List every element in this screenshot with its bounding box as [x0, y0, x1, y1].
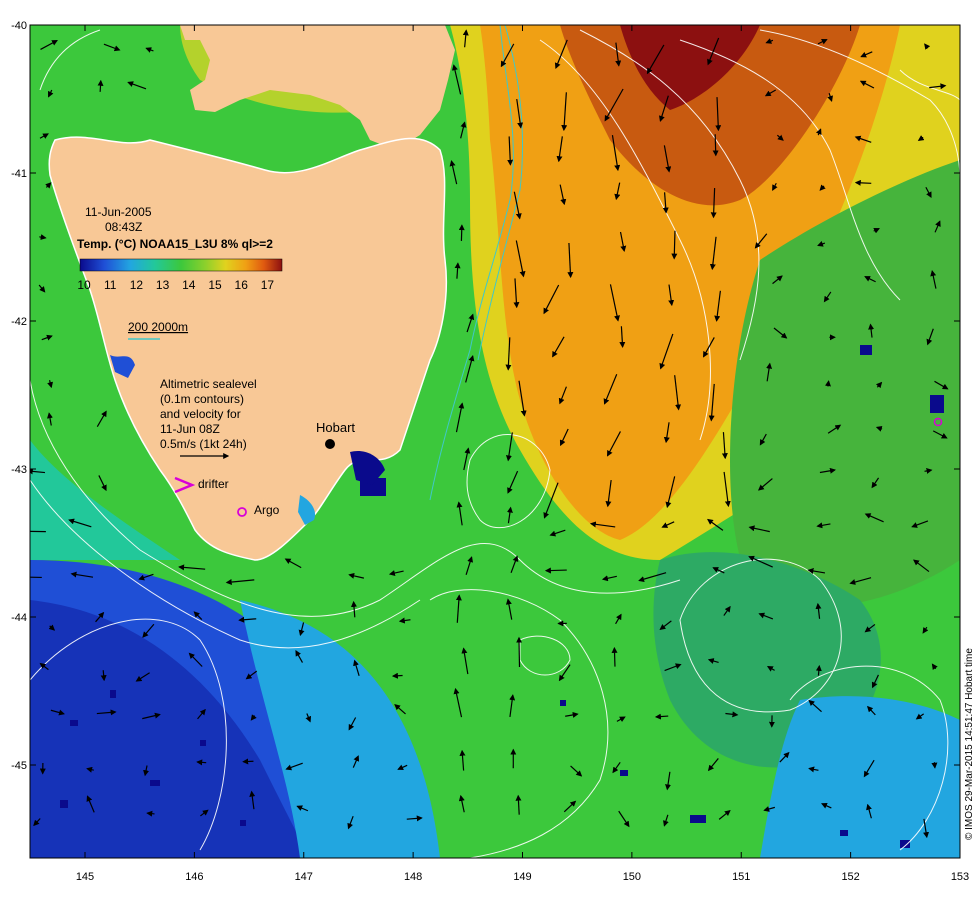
sst-map: 145 146 147 148 149 150 151 152 153 -40 -41 -42 -43 -… [11, 20, 975, 883]
velocity-arrow [854, 179, 872, 186]
x-tick-label: 153 [951, 871, 969, 883]
velocity-arrow [712, 134, 719, 157]
altimetry-line-4: 11-Jun 08Z [160, 422, 220, 436]
x-tick-label: 151 [732, 871, 750, 883]
velocity-arrow [146, 810, 155, 817]
colorbar-tick-label: 11 [104, 278, 117, 292]
altimetry-line-5: 0.5m/s (1kt 24h) [160, 437, 247, 451]
y-tick-label: -43 [11, 464, 27, 476]
y-tick-label: -42 [11, 316, 27, 328]
altimetry-line-3: and velocity for [160, 407, 241, 421]
colorbar-tick-label: 10 [77, 278, 91, 292]
x-tick-label: 152 [841, 871, 859, 883]
y-tick-label: -41 [11, 168, 27, 180]
colorbar-tick-label: 16 [235, 278, 249, 292]
y-tick-label: -44 [11, 612, 27, 624]
y-tick-label: -40 [11, 20, 27, 32]
velocity-arrow [825, 380, 831, 387]
x-tick-label: 147 [295, 871, 313, 883]
altimetry-line-1: Altimetric sealevel [160, 377, 257, 391]
time-label: 08:43Z [105, 220, 142, 234]
x-tick-label: 149 [513, 871, 531, 883]
velocity-arrow [931, 762, 938, 769]
altimetry-line-2: (0.1m contours) [160, 392, 244, 406]
velocity-arrow [611, 646, 618, 667]
isobath-label: 200 2000m [128, 320, 188, 334]
product-label: Temp. (°C) NOAA15_L3U 8% ql>=2 [77, 237, 273, 251]
velocity-arrow [544, 567, 567, 574]
x-tick-label: 145 [76, 871, 94, 883]
velocity-arrow [196, 759, 207, 766]
hobart-marker [325, 439, 335, 449]
colorbar-tick-label: 14 [182, 278, 196, 292]
x-tick-label: 150 [623, 871, 641, 883]
credit-label: © IMOS 29-Mar-2015 14:51:47 Hobart time [964, 648, 975, 840]
colorbar-tick-label: 12 [130, 278, 144, 292]
velocity-arrow [391, 672, 403, 679]
argo-label: Argo [254, 503, 280, 517]
date-label: 11-Jun-2005 [85, 205, 152, 219]
velocity-arrow [30, 576, 42, 579]
velocity-arrow [97, 79, 104, 92]
velocity-arrow [654, 713, 669, 720]
velocity-arrow [671, 230, 678, 260]
colorbar-tick-label: 15 [208, 278, 222, 292]
x-tick-label: 148 [404, 871, 422, 883]
drifter-label: drifter [198, 477, 229, 491]
x-tick-label: 146 [185, 871, 203, 883]
hobart-label: Hobart [316, 420, 355, 435]
colorbar-tick-label: 17 [261, 278, 275, 292]
colorbar-tick-label: 13 [156, 278, 170, 292]
y-tick-label: -45 [11, 760, 27, 772]
colorbar [79, 258, 283, 272]
